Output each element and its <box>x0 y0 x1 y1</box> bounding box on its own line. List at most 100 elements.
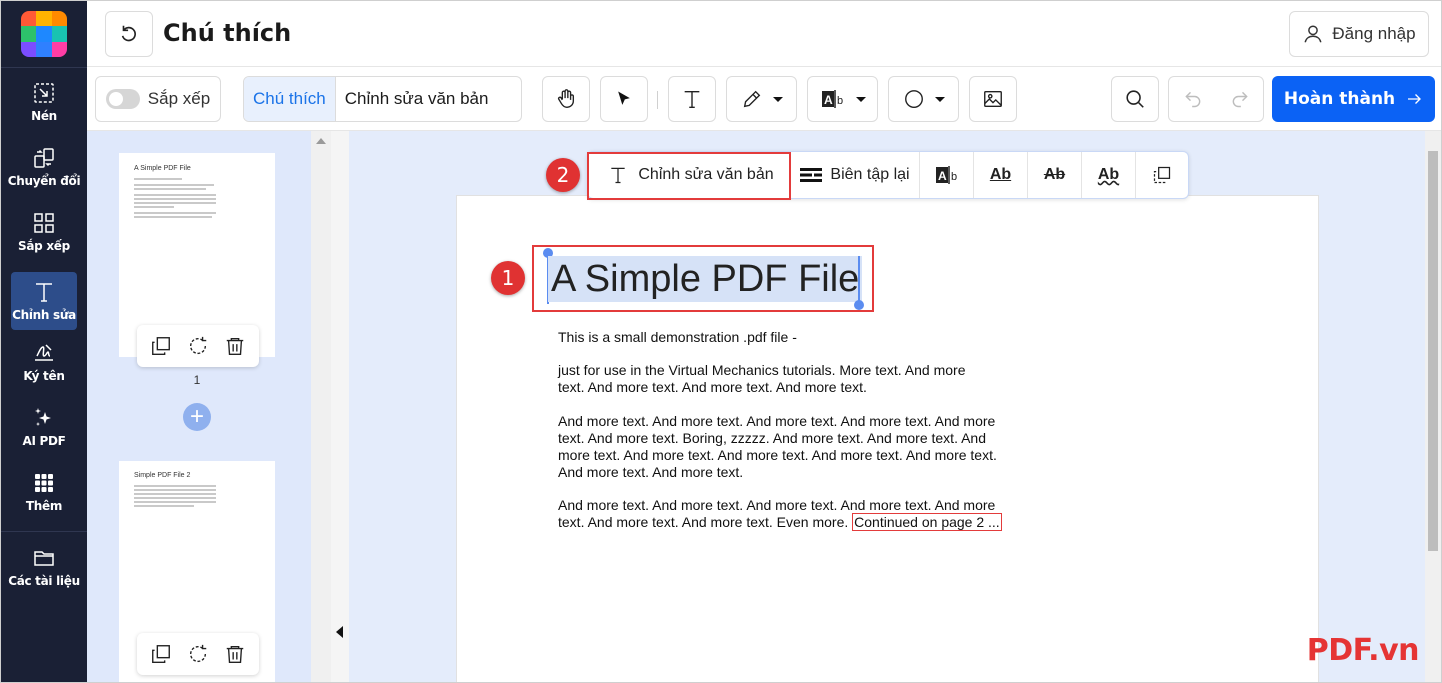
thumbnail-page-number: 1 <box>193 373 201 387</box>
thumbnail-text-line <box>134 489 216 491</box>
svg-text:A: A <box>824 93 833 107</box>
hand-tool-button[interactable] <box>542 76 590 122</box>
caret-left-icon <box>336 626 343 638</box>
thumbnail-scrollbar[interactable] <box>311 131 331 682</box>
redact-label: Biên tập lại <box>830 166 910 183</box>
grid-icon <box>34 213 54 233</box>
login-button[interactable]: Đăng nhập <box>1289 11 1429 57</box>
rail-item-convert[interactable]: Chuyển đổi <box>8 138 81 196</box>
thumbnail-text-line <box>134 188 206 190</box>
rail-item-label: Nén <box>31 109 57 123</box>
tab-annotate[interactable]: Chú thích <box>244 77 336 121</box>
thumbnail-text-line <box>134 198 216 200</box>
cursor-arrow-icon <box>618 91 630 105</box>
shape-tool-dropdown[interactable] <box>888 76 959 122</box>
trash-icon[interactable] <box>224 643 246 665</box>
convert-icon <box>34 148 54 168</box>
thumbnail-text-line <box>134 501 216 503</box>
arrange-toggle[interactable]: Sắp xếp <box>95 76 221 122</box>
pen-tool-dropdown[interactable] <box>726 76 797 122</box>
svg-text:b: b <box>837 95 843 107</box>
sparkle-icon <box>35 408 51 426</box>
text-style-dropdown[interactable]: Ab <box>807 76 878 122</box>
thumbnail-actions <box>137 633 259 675</box>
rail-item-compress[interactable]: Nén <box>11 73 77 131</box>
thumbnail-text-line <box>134 184 214 186</box>
compress-icon <box>34 83 54 103</box>
document-viewer: A Simple PDF File This is a small demons… <box>349 131 1427 682</box>
caret-down-icon <box>934 97 945 102</box>
thumbnail-text-line <box>134 212 216 214</box>
toolbar: Sắp xếp Chú thích Chỉnh sửa văn bản Ab H… <box>87 67 1441 131</box>
strikethrough-button[interactable]: Ab <box>1028 152 1081 198</box>
image-tool-button[interactable] <box>969 76 1017 122</box>
rotate-icon[interactable] <box>187 643 209 665</box>
add-page-button[interactable]: + <box>183 403 211 431</box>
toggle-switch[interactable] <box>105 89 140 109</box>
search-button[interactable] <box>1111 76 1159 122</box>
rail-item-more[interactable]: Thêm <box>11 463 77 521</box>
step-badge-1: 1 <box>491 261 525 295</box>
select-tool-button[interactable] <box>600 76 648 122</box>
login-label: Đăng nhập <box>1332 24 1416 43</box>
thumbnail-text-line <box>134 202 216 204</box>
rail-item-arrange[interactable]: Sắp xếp <box>11 203 77 261</box>
svg-text:A: A <box>938 169 947 183</box>
duplicate-icon[interactable] <box>150 643 172 665</box>
finish-button[interactable]: Hoàn thành <box>1272 76 1435 122</box>
document-scrollbar[interactable] <box>1425 131 1441 682</box>
rail-item-label: Sắp xếp <box>18 239 70 253</box>
rotate-back-icon <box>121 25 136 42</box>
pdf-paragraph[interactable]: This is a small demonstration .pdf file … <box>558 329 1018 346</box>
scrollbar-thumb[interactable] <box>1428 151 1438 551</box>
plus-icon: + <box>189 403 204 430</box>
thumbnail-text-line <box>134 497 216 499</box>
undo-icon[interactable] <box>1183 89 1203 109</box>
rail-item-documents[interactable]: Các tài liệu <box>8 538 80 596</box>
rotate-icon[interactable] <box>187 335 209 357</box>
copy-button[interactable] <box>1136 152 1188 198</box>
squiggly-button[interactable]: Ab <box>1082 152 1135 198</box>
thumbnail-text-line <box>134 216 212 218</box>
arrange-label: Sắp xếp <box>147 89 211 108</box>
text-tool-button[interactable] <box>668 76 716 122</box>
thumbnail-text-line <box>134 485 216 487</box>
text-box-style-button[interactable]: Ab <box>920 152 973 198</box>
watermark-logo: PDF.vn <box>1306 633 1420 668</box>
thumbnail-text-line <box>134 493 216 495</box>
rail-divider <box>1 67 87 68</box>
rail-item-sign[interactable]: Ký tên <box>11 333 77 391</box>
collapse-panel-handle[interactable] <box>331 131 349 682</box>
svg-text:b: b <box>951 171 957 183</box>
scroll-up-icon[interactable] <box>316 137 326 145</box>
continued-link[interactable]: Continued on page 2 ... <box>852 513 1002 531</box>
undo-redo-group <box>1168 76 1264 122</box>
text-icon <box>684 90 700 108</box>
pdf-paragraph[interactable]: And more text. And more text. And more t… <box>558 413 1008 481</box>
thumbnail-title: Simple PDF File 2 <box>134 472 191 479</box>
reset-button[interactable] <box>105 11 153 57</box>
rail-item-ai-pdf[interactable]: AI PDF <box>11 398 77 456</box>
rail-divider <box>1 531 87 532</box>
pdf-paragraph[interactable]: just for use in the Virtual Mechanics tu… <box>558 362 978 396</box>
step-badge-2: 2 <box>546 158 580 192</box>
caret-down-icon <box>855 97 866 102</box>
redo-icon[interactable] <box>1230 89 1250 109</box>
rail-item-edit[interactable]: Chỉnh sửa <box>11 272 77 330</box>
tab-edit-text[interactable]: Chỉnh sửa văn bản <box>336 77 498 121</box>
image-icon <box>984 90 1002 108</box>
align-lines-icon <box>800 168 823 182</box>
thumbnail-panel: A Simple PDF File 1 + Simple PDF File 2 <box>87 131 311 682</box>
finish-label: Hoàn thành <box>1283 89 1396 109</box>
underline-label: Ab <box>989 166 1012 183</box>
rail-item-label: Chỉnh sửa <box>12 308 76 322</box>
rail-item-label: Thêm <box>25 499 63 513</box>
trash-icon[interactable] <box>224 335 246 357</box>
underline-button[interactable]: Ab <box>974 152 1027 198</box>
duplicate-icon[interactable] <box>150 335 172 357</box>
copy-icon <box>1153 166 1171 184</box>
pdf-paragraph-last[interactable]: And more text. And more text. And more t… <box>558 497 1008 531</box>
redact-button[interactable]: Biên tập lại <box>791 152 919 198</box>
rail-item-label: Các tài liệu <box>8 574 80 588</box>
app-logo[interactable] <box>21 11 67 57</box>
